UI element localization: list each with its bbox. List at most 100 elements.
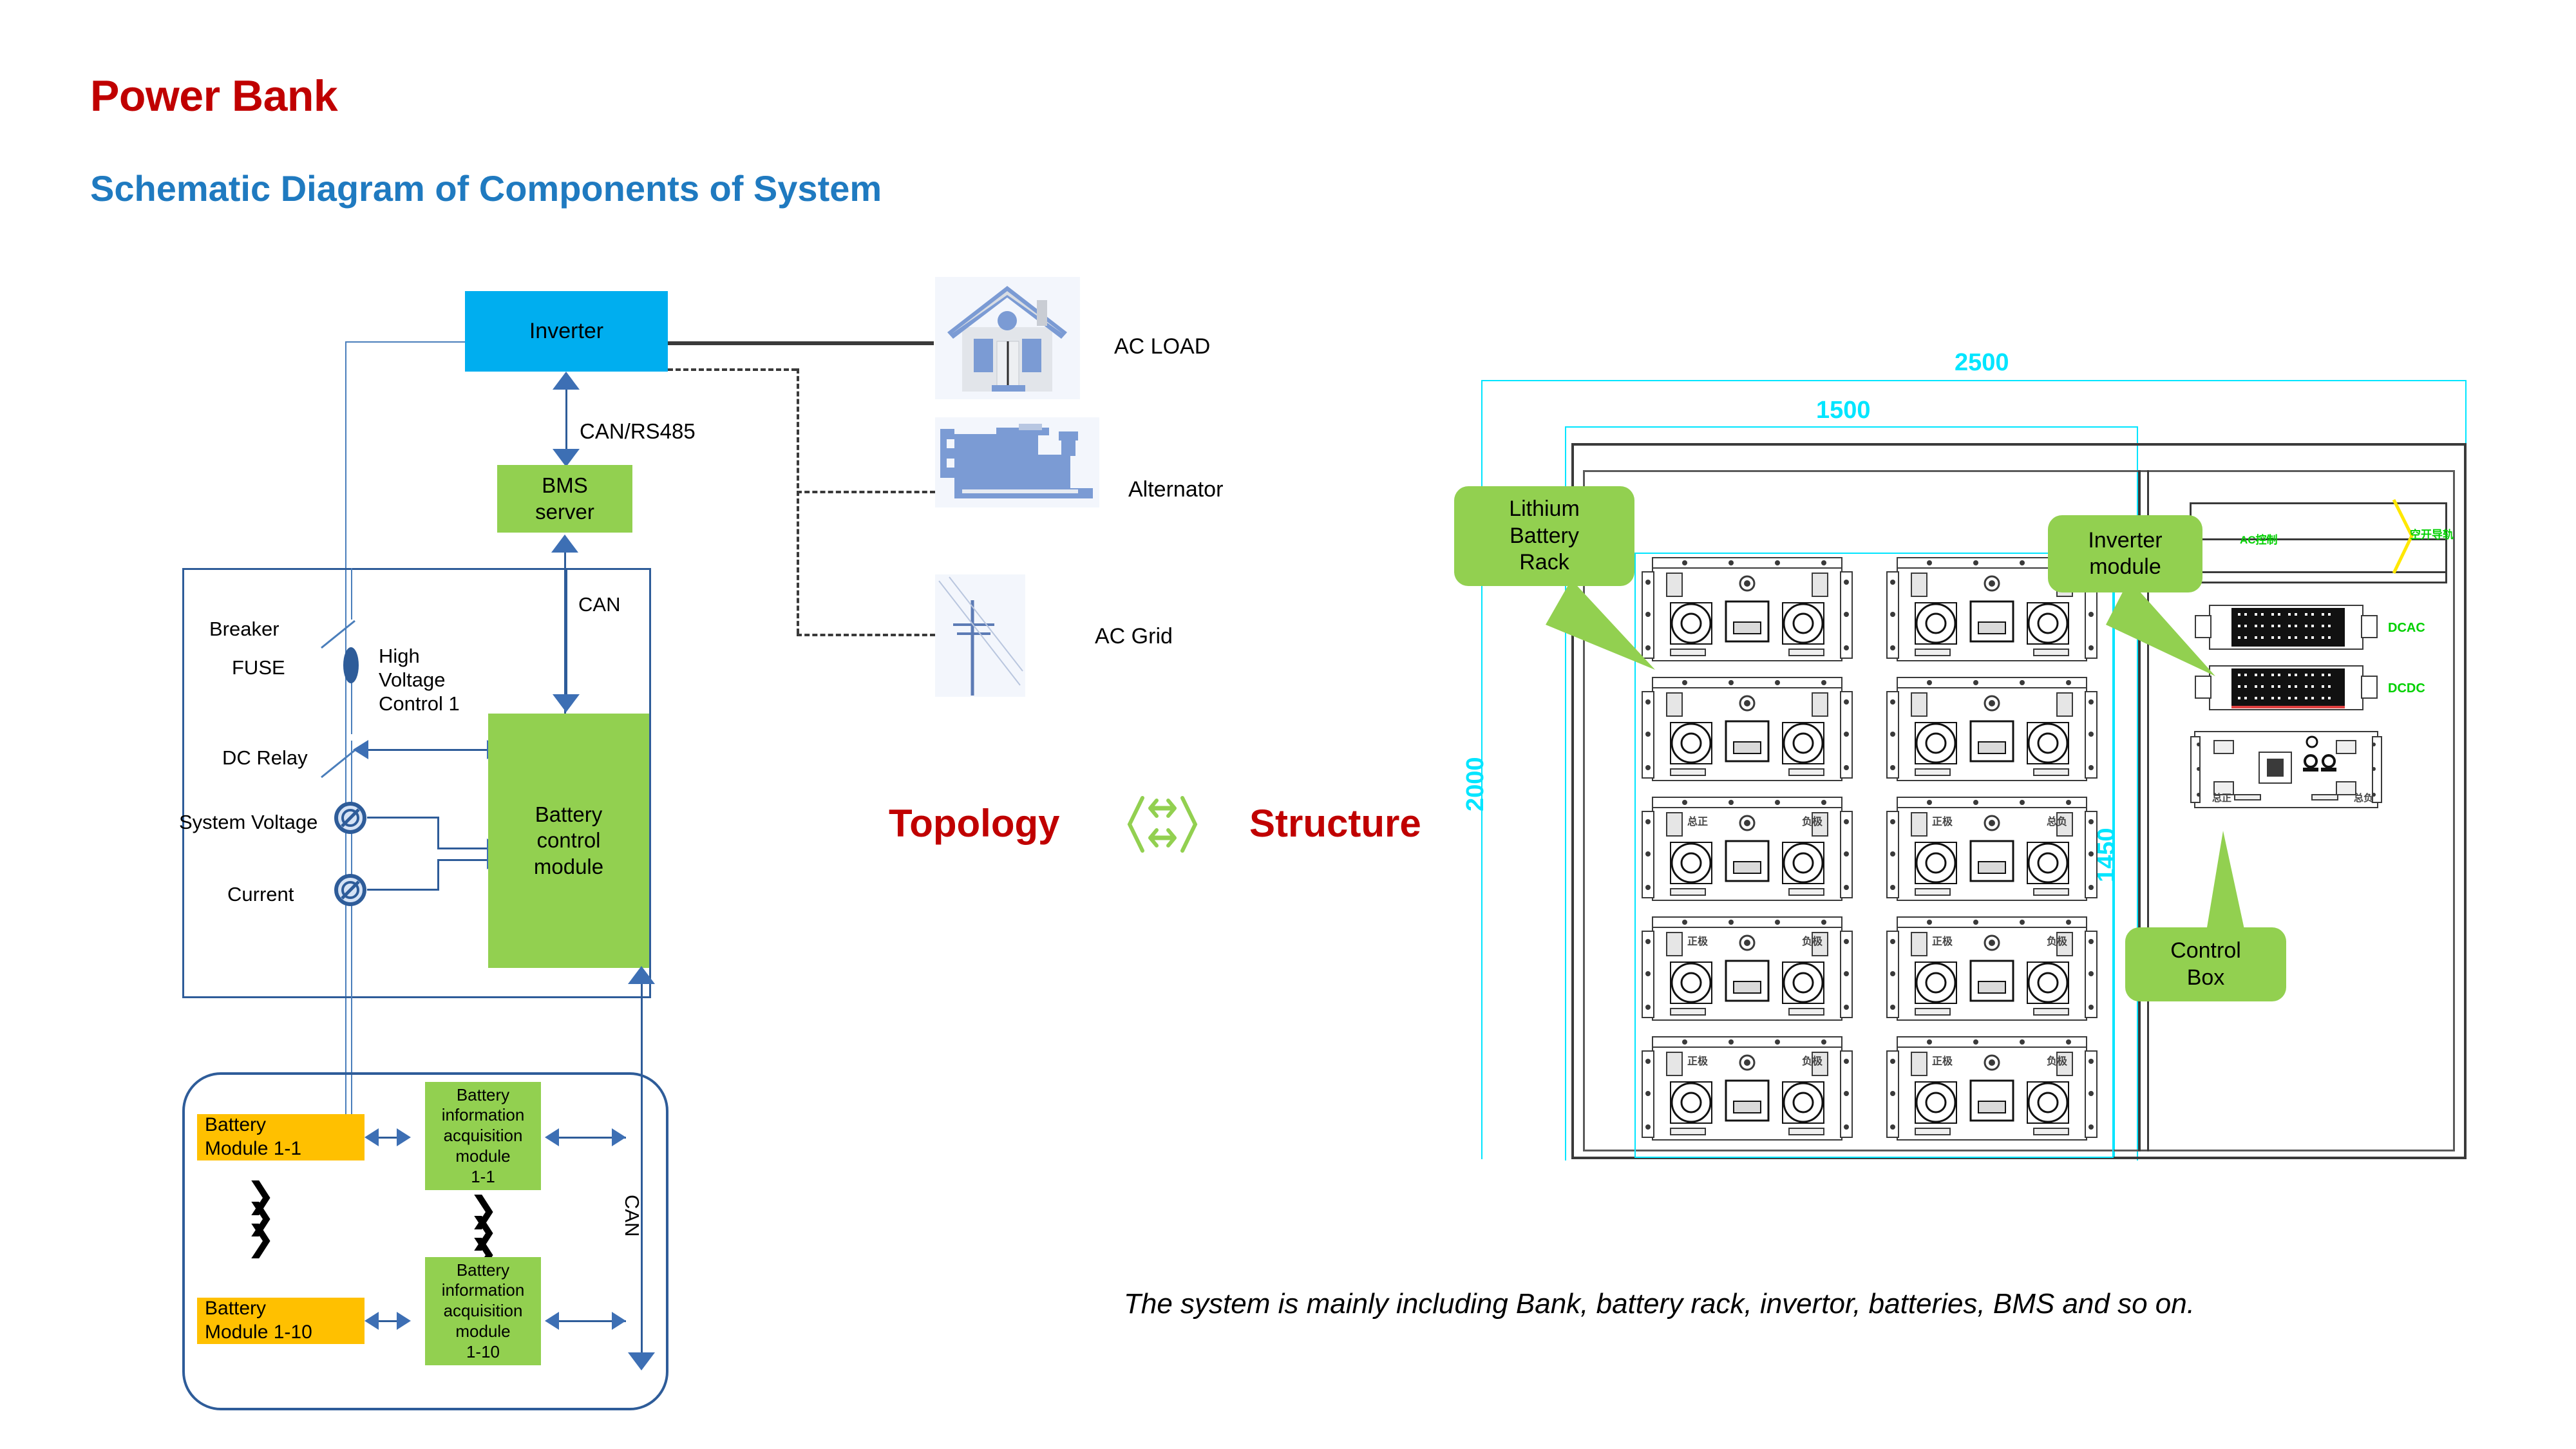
dcac-tag: DCAC xyxy=(2388,621,2425,635)
fuse-icon xyxy=(343,647,359,683)
acquisition-ellipsis-chevrons: ❯ ❯ ❯ xyxy=(469,1190,498,1272)
current-sensor-icon xyxy=(334,873,367,907)
callout-lithium-battery-rack[interactable]: Lithium Battery Rack xyxy=(1454,486,1634,586)
acquisition-module-1-1[interactable]: Battery information acquisition module 1… xyxy=(425,1082,541,1190)
battery-rack-unit xyxy=(1886,914,2098,1027)
structure-drawing: 2500 1500 2000 1450 AC控制 空开导轨 DCAC DCDC … xyxy=(1462,348,2479,1172)
battery-module-1-1[interactable]: Battery Module 1-1 xyxy=(197,1114,365,1160)
battery-unit-negative-cn: 负极 xyxy=(2047,936,2068,947)
high-voltage-control-label: High Voltage Control 1 xyxy=(379,645,460,715)
callout-inverter-module-label: Inverter module xyxy=(2088,527,2163,579)
dc-bus-vertical-2 xyxy=(351,679,352,734)
battery-control-module-box[interactable]: Battery control module xyxy=(488,714,649,968)
bidirectional-exchange-icon xyxy=(1121,789,1204,860)
arrow-left-acq1-can xyxy=(545,1128,559,1146)
wire-ac-load xyxy=(668,341,934,345)
inverter-box[interactable]: Inverter xyxy=(465,291,668,372)
battery-unit-negative-cn: 负极 xyxy=(2047,1056,2068,1067)
generator-icon xyxy=(935,417,1099,507)
current-label: Current xyxy=(227,883,294,905)
alternator-label: Alternator xyxy=(1128,477,1224,502)
bms-server-label: BMS server xyxy=(535,473,594,524)
callout-inverter-module[interactable]: Inverter module xyxy=(2048,515,2202,592)
arrow-left-mod10 xyxy=(365,1312,379,1330)
battery-module-ellipsis-chevrons: ❯ ❯ ❯ xyxy=(246,1176,276,1258)
wire-sysvolt-3 xyxy=(437,848,488,849)
acquisition-module-1-1-label: Battery information acquisition module 1… xyxy=(441,1084,525,1186)
arrow-down-bcm xyxy=(553,694,580,712)
dim-2500-line xyxy=(1481,380,2467,381)
bms-server-box[interactable]: BMS server xyxy=(497,465,632,533)
arrow-right-acq1 xyxy=(397,1128,411,1146)
dim-1500-label: 1500 xyxy=(1816,397,1871,424)
battery-module-1-10[interactable]: Battery Module 1-10 xyxy=(197,1298,365,1344)
battery-rack-unit xyxy=(1886,675,2098,788)
wire-acgrid-branch xyxy=(797,634,935,636)
wire-dcrelay-bcm xyxy=(366,749,488,751)
dim-2500-label: 2500 xyxy=(1955,349,2009,376)
wire-sysvolt-2 xyxy=(437,817,439,849)
arrow-up-inverter xyxy=(553,372,580,390)
control-box-main-negative-cn: 总负 xyxy=(2354,793,2374,804)
system-voltage-label: System Voltage xyxy=(179,811,318,833)
air-switch-cn-label: 空开导轨 xyxy=(2410,529,2454,541)
wire-alternator-dashed-v xyxy=(797,368,799,634)
battery-rack-unit xyxy=(1886,1034,2098,1147)
battery-unit-positive-cn: 正极 xyxy=(1932,1056,1953,1067)
house-icon xyxy=(935,277,1080,399)
dim-1500-line xyxy=(1565,426,2138,428)
ac-load-label: AC LOAD xyxy=(1114,334,1211,359)
arrow-right-acq10-can xyxy=(612,1312,626,1330)
acquisition-module-1-10[interactable]: Battery information acquisition module 1… xyxy=(425,1257,541,1365)
acquisition-module-1-10-label: Battery information acquisition module 1… xyxy=(441,1260,525,1361)
wire-current-1 xyxy=(367,889,439,891)
arrow-right-acq1-can xyxy=(612,1128,626,1146)
battery-unit-main-positive-cn: 总正 xyxy=(1687,817,1709,828)
battery-unit-positive-cn: 正极 xyxy=(1687,936,1709,947)
callout-control-box-label: Control Box xyxy=(2170,938,2241,990)
can-rs485-label: CAN/RS485 xyxy=(580,419,696,443)
dc-relay-label: DC Relay xyxy=(222,746,308,769)
utility-pole-icon xyxy=(935,574,1025,697)
battery-control-module-label: Battery control module xyxy=(533,802,604,878)
battery-unit-positive-cn: 正极 xyxy=(1932,817,1953,828)
dim-2000-label: 2000 xyxy=(1462,757,1489,811)
wire-can-into-bcm xyxy=(565,568,567,697)
arrow-up-into-bcm xyxy=(628,966,655,984)
battery-unit-negative-cn: 负极 xyxy=(1802,817,1823,828)
battery-unit-positive-cn: 正极 xyxy=(1687,1056,1709,1067)
topology-word: Topology xyxy=(889,802,1060,845)
arrow-right-acq10 xyxy=(397,1312,411,1330)
dcdc-tag: DCDC xyxy=(2388,681,2425,696)
structure-word: Structure xyxy=(1249,802,1421,845)
arrow-up-bms-server xyxy=(551,535,578,553)
battery-unit-positive-cn: 正极 xyxy=(1932,936,1953,947)
footer-caption: The system is mainly including Bank, bat… xyxy=(1124,1288,2195,1320)
battery-rack-unit xyxy=(1886,795,2098,907)
control-box-main-positive-cn: 总正 xyxy=(2212,793,2232,804)
system-voltage-sensor-icon xyxy=(334,801,367,835)
arrow-left-acq10-can xyxy=(545,1312,559,1330)
wire-inverter-supply-h xyxy=(345,341,465,343)
callout-lithium-battery-rack-label: Lithium Battery Rack xyxy=(1509,497,1580,575)
breaker-label: Breaker xyxy=(209,618,279,640)
battery-unit-main-negative-cn: 总负 xyxy=(2047,817,2068,828)
wire-current-2 xyxy=(437,859,439,890)
battery-rack-unit xyxy=(1641,795,1853,907)
battery-rack-unit xyxy=(1641,1034,1853,1147)
wire-alternator-dashed-h xyxy=(668,368,797,371)
battery-module-1-10-label: Battery Module 1-10 xyxy=(205,1298,312,1343)
fuse-label: FUSE xyxy=(232,656,285,679)
ac-control-cn-label: AC控制 xyxy=(2240,534,2278,546)
callout-control-box[interactable]: Control Box xyxy=(2125,927,2286,1001)
battery-module-1-1-label: Battery Module 1-1 xyxy=(205,1114,302,1159)
arrow-left-dcrelay xyxy=(353,740,368,759)
battery-unit-negative-cn: 负极 xyxy=(1802,936,1823,947)
dc-bus-vertical xyxy=(351,568,352,620)
dc-relay-icon xyxy=(320,749,356,779)
breaker-icon xyxy=(320,620,356,649)
wire-current-3 xyxy=(437,859,488,861)
arrow-left-mod1 xyxy=(365,1128,379,1146)
wire-sysvolt-1 xyxy=(367,817,439,819)
battery-rack-unit xyxy=(1641,914,1853,1027)
